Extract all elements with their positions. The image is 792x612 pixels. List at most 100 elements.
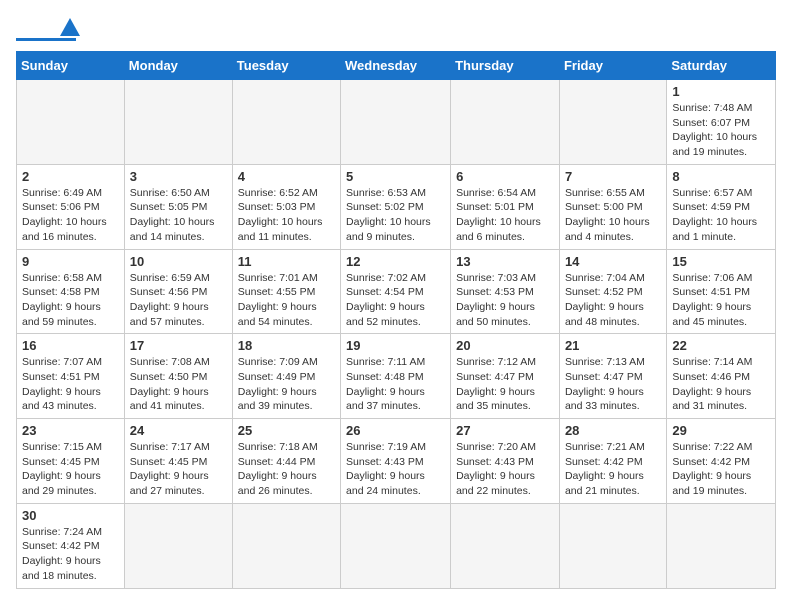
day-cell: 20Sunrise: 7:12 AM Sunset: 4:47 PM Dayli… — [451, 334, 560, 419]
day-cell — [232, 80, 340, 165]
day-number: 22 — [672, 338, 770, 353]
day-cell — [451, 80, 560, 165]
week-row-2: 2Sunrise: 6:49 AM Sunset: 5:06 PM Daylig… — [17, 164, 776, 249]
day-cell: 24 Sunrise: 7:17 AM Sunset: 4:45 PM Dayli… — [124, 419, 232, 504]
day-info: Sunrise: 6:52 AM Sunset: 5:03 PM Dayligh… — [238, 186, 335, 245]
day-cell: 13 Sunrise: 7:03 AM Sunset: 4:53 PM Dayli… — [451, 249, 560, 334]
day-number: 7 — [565, 169, 661, 184]
day-number: 15 — [672, 254, 770, 269]
day-number: 5 — [346, 169, 445, 184]
day-cell: 21 Sunrise: 7:13 AM Sunset: 4:47 PM Dayli… — [559, 334, 666, 419]
day-cell: 8 Sunrise: 6:57 AM Sunset: 4:59 PM Daylig… — [667, 164, 776, 249]
week-row-5: 23Sunrise: 7:15 AM Sunset: 4:45 PM Dayli… — [17, 419, 776, 504]
day-number: 26 — [346, 423, 445, 438]
day-info: Sunrise: 7:08 AM Sunset: 4:50 PM Dayligh… — [130, 355, 227, 414]
day-cell: 19Sunrise: 7:11 AM Sunset: 4:48 PM Dayli… — [341, 334, 451, 419]
weekday-header-wednesday: Wednesday — [341, 52, 451, 80]
day-number: 24 — [130, 423, 227, 438]
week-row-6: 30 Sunrise: 7:24 AM Sunset: 4:42 PM Dayli… — [17, 503, 776, 588]
day-cell: 18 Sunrise: 7:09 AM Sunset: 4:49 PM Dayli… — [232, 334, 340, 419]
week-row-1: 1 Sunrise: 7:48 AM Sunset: 6:07 PM Daylig… — [17, 80, 776, 165]
day-info: Sunrise: 7:48 AM Sunset: 6:07 PM Dayligh… — [672, 101, 770, 160]
day-cell: 9 Sunrise: 6:58 AM Sunset: 4:58 PM Daylig… — [17, 249, 125, 334]
day-number: 16 — [22, 338, 119, 353]
day-info: Sunrise: 7:24 AM Sunset: 4:42 PM Dayligh… — [22, 525, 119, 584]
day-number: 9 — [22, 254, 119, 269]
day-info: Sunrise: 7:17 AM Sunset: 4:45 PM Dayligh… — [130, 440, 227, 499]
day-cell: 10 Sunrise: 6:59 AM Sunset: 4:56 PM Dayli… — [124, 249, 232, 334]
day-info: Sunrise: 7:13 AM Sunset: 4:47 PM Dayligh… — [565, 355, 661, 414]
day-info: Sunrise: 6:59 AM Sunset: 4:56 PM Dayligh… — [130, 271, 227, 330]
day-info: Sunrise: 7:09 AM Sunset: 4:49 PM Dayligh… — [238, 355, 335, 414]
weekday-header-thursday: Thursday — [451, 52, 560, 80]
day-cell: 23Sunrise: 7:15 AM Sunset: 4:45 PM Dayli… — [17, 419, 125, 504]
logo-triangle-icon — [60, 18, 80, 36]
logo-underline — [16, 38, 76, 41]
day-cell: 30 Sunrise: 7:24 AM Sunset: 4:42 PM Dayli… — [17, 503, 125, 588]
day-info: Sunrise: 6:55 AM Sunset: 5:00 PM Dayligh… — [565, 186, 661, 245]
day-cell: 4 Sunrise: 6:52 AM Sunset: 5:03 PM Daylig… — [232, 164, 340, 249]
day-number: 21 — [565, 338, 661, 353]
day-number: 27 — [456, 423, 554, 438]
day-cell: 12 Sunrise: 7:02 AM Sunset: 4:54 PM Dayli… — [341, 249, 451, 334]
day-cell: 17Sunrise: 7:08 AM Sunset: 4:50 PM Dayli… — [124, 334, 232, 419]
day-number: 28 — [565, 423, 661, 438]
day-cell — [17, 80, 125, 165]
day-cell: 2Sunrise: 6:49 AM Sunset: 5:06 PM Daylig… — [17, 164, 125, 249]
day-info: Sunrise: 7:06 AM Sunset: 4:51 PM Dayligh… — [672, 271, 770, 330]
week-row-4: 16 Sunrise: 7:07 AM Sunset: 4:51 PM Dayli… — [17, 334, 776, 419]
day-number: 1 — [672, 84, 770, 99]
day-number: 30 — [22, 508, 119, 523]
day-info: Sunrise: 7:02 AM Sunset: 4:54 PM Dayligh… — [346, 271, 445, 330]
day-info: Sunrise: 7:07 AM Sunset: 4:51 PM Dayligh… — [22, 355, 119, 414]
day-cell: 15 Sunrise: 7:06 AM Sunset: 4:51 PM Dayli… — [667, 249, 776, 334]
day-cell — [451, 503, 560, 588]
day-number: 14 — [565, 254, 661, 269]
week-row-3: 9 Sunrise: 6:58 AM Sunset: 4:58 PM Daylig… — [17, 249, 776, 334]
weekday-header-monday: Monday — [124, 52, 232, 80]
day-cell: 11Sunrise: 7:01 AM Sunset: 4:55 PM Dayli… — [232, 249, 340, 334]
day-cell — [559, 80, 666, 165]
day-number: 3 — [130, 169, 227, 184]
day-cell: 14 Sunrise: 7:04 AM Sunset: 4:52 PM Dayli… — [559, 249, 666, 334]
day-number: 13 — [456, 254, 554, 269]
day-cell: 25 Sunrise: 7:18 AM Sunset: 4:44 PM Dayli… — [232, 419, 340, 504]
day-number: 8 — [672, 169, 770, 184]
day-cell: 26 Sunrise: 7:19 AM Sunset: 4:43 PM Dayli… — [341, 419, 451, 504]
day-number: 23 — [22, 423, 119, 438]
day-cell — [232, 503, 340, 588]
day-info: Sunrise: 7:14 AM Sunset: 4:46 PM Dayligh… — [672, 355, 770, 414]
day-cell: 3Sunrise: 6:50 AM Sunset: 5:05 PM Daylig… — [124, 164, 232, 249]
weekday-header-saturday: Saturday — [667, 52, 776, 80]
day-info: Sunrise: 7:20 AM Sunset: 4:43 PM Dayligh… — [456, 440, 554, 499]
day-number: 2 — [22, 169, 119, 184]
day-number: 6 — [456, 169, 554, 184]
day-info: Sunrise: 7:12 AM Sunset: 4:47 PM Dayligh… — [456, 355, 554, 414]
day-number: 25 — [238, 423, 335, 438]
day-info: Sunrise: 6:54 AM Sunset: 5:01 PM Dayligh… — [456, 186, 554, 245]
day-cell: 22 Sunrise: 7:14 AM Sunset: 4:46 PM Dayli… — [667, 334, 776, 419]
day-info: Sunrise: 6:58 AM Sunset: 4:58 PM Dayligh… — [22, 271, 119, 330]
weekday-header-friday: Friday — [559, 52, 666, 80]
day-info: Sunrise: 7:03 AM Sunset: 4:53 PM Dayligh… — [456, 271, 554, 330]
day-number: 12 — [346, 254, 445, 269]
day-info: Sunrise: 7:22 AM Sunset: 4:42 PM Dayligh… — [672, 440, 770, 499]
day-cell — [341, 80, 451, 165]
day-cell: 29Sunrise: 7:22 AM Sunset: 4:42 PM Dayli… — [667, 419, 776, 504]
day-cell — [341, 503, 451, 588]
weekday-header-row: SundayMondayTuesdayWednesdayThursdayFrid… — [17, 52, 776, 80]
day-cell — [559, 503, 666, 588]
weekday-header-tuesday: Tuesday — [232, 52, 340, 80]
page-header — [16, 16, 776, 41]
day-cell: 1 Sunrise: 7:48 AM Sunset: 6:07 PM Daylig… — [667, 80, 776, 165]
day-cell: 7 Sunrise: 6:55 AM Sunset: 5:00 PM Daylig… — [559, 164, 666, 249]
day-info: Sunrise: 6:53 AM Sunset: 5:02 PM Dayligh… — [346, 186, 445, 245]
day-info: Sunrise: 7:04 AM Sunset: 4:52 PM Dayligh… — [565, 271, 661, 330]
day-number: 18 — [238, 338, 335, 353]
day-info: Sunrise: 7:18 AM Sunset: 4:44 PM Dayligh… — [238, 440, 335, 499]
day-info: Sunrise: 6:57 AM Sunset: 4:59 PM Dayligh… — [672, 186, 770, 245]
day-number: 4 — [238, 169, 335, 184]
day-info: Sunrise: 7:19 AM Sunset: 4:43 PM Dayligh… — [346, 440, 445, 499]
day-number: 10 — [130, 254, 227, 269]
day-info: Sunrise: 7:11 AM Sunset: 4:48 PM Dayligh… — [346, 355, 445, 414]
